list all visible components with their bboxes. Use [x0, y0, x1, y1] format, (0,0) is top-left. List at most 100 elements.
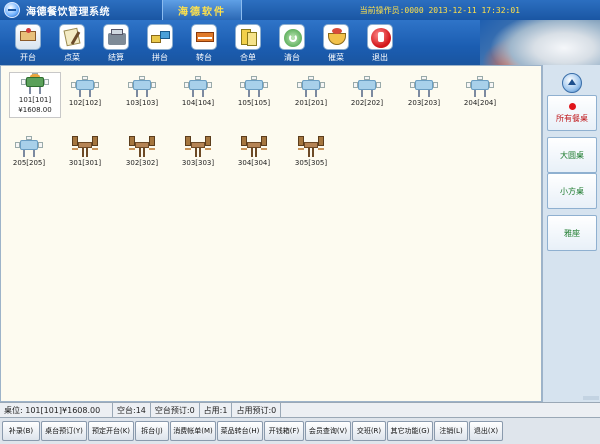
- active-indicator-icon: [568, 102, 576, 110]
- transfer-table-button[interactable]: 转台: [182, 20, 226, 64]
- transfer-table-label: 转台: [196, 53, 212, 62]
- category-private-room[interactable]: 雅座: [547, 215, 597, 251]
- clear-table-icon: [279, 24, 305, 50]
- category-label: 大圆桌: [560, 150, 584, 160]
- category-sidebar: 所有餐桌 大圆桌 小方桌 雅座: [542, 65, 600, 402]
- table-103[interactable]: 103[103]: [116, 76, 168, 107]
- status-current-table: 桌位: 101[101]¥1608.00: [0, 403, 113, 417]
- open-table-icon: [15, 24, 41, 50]
- checkout-icon: [103, 24, 129, 50]
- table-label: 304[304]: [237, 159, 271, 167]
- table-301[interactable]: 301[301]: [59, 136, 111, 167]
- order-icon: [59, 24, 85, 50]
- rush-order-label: 催菜: [328, 53, 344, 62]
- exit-icon: [367, 24, 393, 50]
- table-101[interactable]: 101[101] ¥1608.00: [9, 72, 61, 118]
- dish-transfer-button[interactable]: 菜品转台(H): [217, 421, 263, 441]
- reserved-open-button[interactable]: 预定开台(K): [88, 421, 134, 441]
- status-occupied: 占用:1: [200, 403, 233, 417]
- category-label: 雅座: [564, 228, 580, 238]
- checkout-button[interactable]: 结算: [94, 20, 138, 64]
- title-bar: 海德餐饮管理系统 海德软件 当前操作员:0000 2013-12-11 17:3…: [0, 0, 600, 20]
- category-label: 小方桌: [560, 186, 584, 196]
- exit-system-button[interactable]: 退出(X): [469, 421, 503, 441]
- order-label: 点菜: [64, 53, 80, 62]
- checkout-label: 结算: [108, 53, 124, 62]
- transfer-table-icon: [191, 24, 217, 50]
- scroll-up-button[interactable]: [562, 73, 582, 93]
- table-105[interactable]: 105[105]: [228, 76, 280, 107]
- table-104[interactable]: 104[104]: [172, 76, 224, 107]
- logout-button[interactable]: 注销(L): [434, 421, 468, 441]
- square-table-icon: [239, 136, 269, 158]
- table-label: 202[202]: [350, 99, 384, 107]
- shift-handover-button[interactable]: 交班(R): [352, 421, 386, 441]
- app-title: 海德餐饮管理系统: [26, 6, 110, 18]
- consumption-bill-button[interactable]: 消费帐单(M): [170, 421, 216, 441]
- other-functions-button[interactable]: 其它功能(G): [387, 421, 433, 441]
- status-occupied-reserved: 占用预订:0: [232, 403, 282, 417]
- table-201[interactable]: 201[201]: [285, 76, 337, 107]
- square-table-icon: [296, 136, 326, 158]
- table-label: 302[302]: [125, 159, 159, 167]
- operator-info: 当前操作员:0000 2013-12-11 17:32:01: [359, 5, 520, 15]
- table-202[interactable]: 202[202]: [341, 76, 393, 107]
- function-bar: 补录(B) 桌台预订(Y) 预定开台(K) 拆台(J) 消费帐单(M) 菜品转台…: [0, 418, 600, 444]
- table-label: 105[105]: [237, 99, 271, 107]
- member-query-button[interactable]: 会员查询(V): [305, 421, 351, 441]
- open-table-label: 开台: [20, 53, 36, 62]
- app-logo-icon: [4, 2, 20, 18]
- table-label: 103[103]: [125, 99, 159, 107]
- order-button[interactable]: 点菜: [50, 20, 94, 64]
- square-table-icon: [127, 136, 157, 158]
- table-reservation-button[interactable]: 桌台预订(Y): [41, 421, 87, 441]
- category-large-round[interactable]: 大圆桌: [547, 137, 597, 173]
- table-label: 204[204]: [463, 99, 497, 107]
- table-203[interactable]: 203[203]: [398, 76, 450, 107]
- merge-bill-icon: [235, 24, 261, 50]
- table-label: 102[102]: [68, 99, 102, 107]
- table-label: 301[301]: [68, 159, 102, 167]
- table-102[interactable]: 102[102]: [59, 76, 111, 107]
- toolbar: 开台 点菜 结算 拼台 转台 合单 清台 催菜 退出: [0, 20, 600, 90]
- exit-label: 退出: [372, 53, 388, 62]
- open-cash-drawer-button[interactable]: 开钱箱(F): [264, 421, 304, 441]
- round-table-icon: [409, 76, 439, 98]
- table-303[interactable]: 303[303]: [172, 136, 224, 167]
- square-table-icon: [70, 136, 100, 158]
- table-label: 205[205]: [12, 159, 46, 167]
- status-bar: 桌位: 101[101]¥1608.00 空台:14 空台预订:0 占用:1 占…: [0, 402, 600, 418]
- merge-bill-label: 合单: [240, 53, 256, 62]
- exit-button[interactable]: 退出: [358, 20, 402, 64]
- table-label: 203[203]: [407, 99, 441, 107]
- table-302[interactable]: 302[302]: [116, 136, 168, 167]
- table-305[interactable]: 305[305]: [285, 136, 337, 167]
- round-table-icon: [465, 76, 495, 98]
- table-204[interactable]: 204[204]: [454, 76, 506, 107]
- merge-bill-button[interactable]: 合单: [226, 20, 270, 64]
- table-label: 305[305]: [294, 159, 328, 167]
- clear-table-label: 清台: [284, 53, 300, 62]
- status-empty: 空台:14: [113, 403, 151, 417]
- sidebar-scrollbar[interactable]: [583, 396, 599, 400]
- clear-table-button[interactable]: 清台: [270, 20, 314, 64]
- open-table-button[interactable]: 开台: [6, 20, 50, 64]
- round-table-icon: [70, 76, 100, 98]
- brand-label: 海德软件: [178, 6, 226, 18]
- table-304[interactable]: 304[304]: [228, 136, 280, 167]
- combine-table-button[interactable]: 拼台: [138, 20, 182, 64]
- status-empty-reserved: 空台预订:0: [151, 403, 200, 417]
- category-small-square[interactable]: 小方桌: [547, 173, 597, 209]
- rush-order-button[interactable]: 催菜: [314, 20, 358, 64]
- square-table-icon: [183, 136, 213, 158]
- round-table-icon: [296, 76, 326, 98]
- rush-order-icon: [323, 24, 349, 50]
- table-label: 201[201]: [294, 99, 328, 107]
- split-table-button[interactable]: 拆台(J): [135, 421, 169, 441]
- category-all-tables[interactable]: 所有餐桌: [547, 95, 597, 131]
- table-205[interactable]: 205[205]: [3, 136, 55, 167]
- supplement-button[interactable]: 补录(B): [2, 421, 40, 441]
- chevron-up-icon: [568, 79, 576, 85]
- table-grid: 101[101] ¥1608.00 102[102] 103[103] 104[…: [0, 65, 542, 402]
- round-table-icon: [20, 73, 50, 95]
